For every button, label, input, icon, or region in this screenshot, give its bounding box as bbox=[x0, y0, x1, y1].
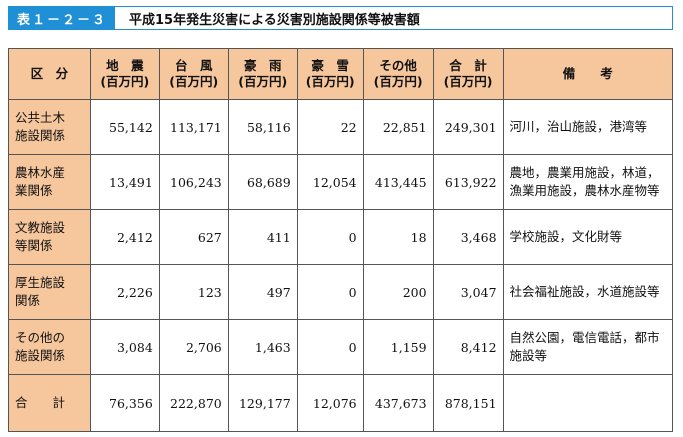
table-title: 平成15年発生災害による災害別施設関係等被害額 bbox=[129, 12, 420, 28]
cell-other: 22,851 bbox=[362, 99, 434, 155]
cell-total: 3,047 bbox=[432, 264, 504, 320]
row-label: 農林水産 業関係 bbox=[8, 154, 91, 210]
cell-total: 249,301 bbox=[432, 99, 504, 155]
header-typhoon: 台 風 (百万円) bbox=[158, 48, 229, 100]
cell-total: 878,151 bbox=[432, 374, 504, 432]
cell-typhoon: 123 bbox=[158, 264, 229, 320]
cell-heavy-rain: 1,463 bbox=[227, 319, 298, 375]
table-number: 表１－２－３ bbox=[9, 7, 116, 29]
cell-heavy-snow: 12,076 bbox=[296, 374, 364, 432]
row-label: その他の 施設関係 bbox=[8, 319, 91, 375]
cell-earthquake: 3,084 bbox=[89, 319, 160, 375]
cell-typhoon: 222,870 bbox=[158, 374, 229, 432]
cell-heavy-rain: 411 bbox=[227, 209, 298, 265]
cell-heavy-snow: 22 bbox=[296, 99, 364, 155]
cell-typhoon: 106,243 bbox=[158, 154, 229, 210]
cell-heavy-rain: 497 bbox=[227, 264, 298, 320]
cell-remarks: 河川，治山施設，港湾等 bbox=[502, 99, 674, 155]
cell-earthquake: 2,226 bbox=[89, 264, 160, 320]
cell-remarks: 農地，農業用施設，林道， 漁業用施設，農林水産物等 bbox=[502, 154, 674, 210]
cell-other: 18 bbox=[362, 209, 434, 265]
total-row: 合 計 76,356 222,870 129,177 12,076 437,67… bbox=[8, 374, 674, 432]
cell-heavy-snow: 0 bbox=[296, 264, 364, 320]
table-row: 文教施設 等関係 2,412 627 411 0 18 3,468 学校施設，文化… bbox=[8, 209, 674, 265]
cell-remarks: 社会福祉施設，水道施設等 bbox=[502, 264, 674, 320]
cell-other: 437,673 bbox=[362, 374, 434, 432]
cell-typhoon: 113,171 bbox=[158, 99, 229, 155]
row-label: 公共土木 施設関係 bbox=[8, 99, 91, 155]
cell-remarks: 学校施設，文化財等 bbox=[502, 209, 674, 265]
cell-total: 8,412 bbox=[432, 319, 504, 375]
cell-typhoon: 2,706 bbox=[158, 319, 229, 375]
cell-earthquake: 2,412 bbox=[89, 209, 160, 265]
header-row: 区 分 地 震 (百万円) 台 風 (百万円) 豪 雨 (百万円) 豪 雪 (百万円) … bbox=[8, 48, 674, 100]
header-other: その他 (百万円) bbox=[362, 48, 434, 100]
header-total: 合 計 (百万円) bbox=[432, 48, 504, 100]
header-earthquake: 地 震 (百万円) bbox=[89, 48, 160, 100]
header-remarks: 備 考 bbox=[502, 48, 674, 100]
table-row: 農林水産 業関係 13,491 106,243 68,689 12,054 413… bbox=[8, 154, 674, 210]
cell-remarks bbox=[502, 374, 674, 432]
cell-total: 613,922 bbox=[432, 154, 504, 210]
cell-heavy-rain: 68,689 bbox=[227, 154, 298, 210]
header-heavy-snow: 豪 雪 (百万円) bbox=[296, 48, 364, 100]
cell-earthquake: 55,142 bbox=[89, 99, 160, 155]
cell-total: 3,468 bbox=[432, 209, 504, 265]
row-label: 文教施設 等関係 bbox=[8, 209, 91, 265]
table-row: 厚生施設 関係 2,226 123 497 0 200 3,047 社会福祉施設，… bbox=[8, 264, 674, 320]
table-row: 公共土木 施設関係 55,142 113,171 58,116 22 22,851… bbox=[8, 99, 674, 155]
cell-other: 413,445 bbox=[362, 154, 434, 210]
cell-heavy-snow: 0 bbox=[296, 319, 364, 375]
header-heavy-rain: 豪 雨 (百万円) bbox=[227, 48, 298, 100]
table-row: その他の 施設関係 3,084 2,706 1,463 0 1,159 8,412… bbox=[8, 319, 674, 375]
cell-remarks: 自然公園，電信電話，都市 施設等 bbox=[502, 319, 674, 375]
cell-heavy-snow: 0 bbox=[296, 209, 364, 265]
cell-heavy-snow: 12,054 bbox=[296, 154, 364, 210]
row-label: 厚生施設 関係 bbox=[8, 264, 91, 320]
cell-other: 1,159 bbox=[362, 319, 434, 375]
table-title-bar: 表１－２－３ 平成15年発生災害による災害別施設関係等被害額 bbox=[8, 6, 673, 30]
header-category: 区 分 bbox=[8, 48, 91, 100]
cell-heavy-rain: 58,116 bbox=[227, 99, 298, 155]
cell-other: 200 bbox=[362, 264, 434, 320]
cell-typhoon: 627 bbox=[158, 209, 229, 265]
cell-heavy-rain: 129,177 bbox=[227, 374, 298, 432]
cell-earthquake: 76,356 bbox=[89, 374, 160, 432]
damage-table: 区 分 地 震 (百万円) 台 風 (百万円) 豪 雨 (百万円) 豪 雪 (百万円) … bbox=[8, 48, 674, 432]
cell-earthquake: 13,491 bbox=[89, 154, 160, 210]
row-label: 合 計 bbox=[8, 374, 91, 432]
